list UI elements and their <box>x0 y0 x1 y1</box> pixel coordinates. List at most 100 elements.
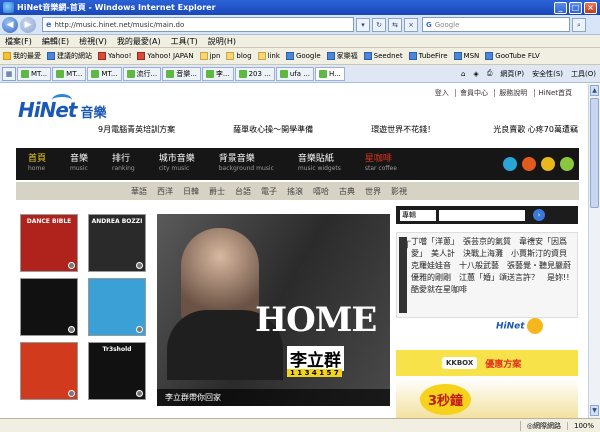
site-search-input[interactable] <box>439 209 525 221</box>
home-icon[interactable]: ⌂ <box>457 70 469 78</box>
play-icon[interactable] <box>68 390 75 397</box>
safety-menu[interactable]: 安全性(S) <box>528 69 567 79</box>
favorites-button[interactable]: 我的最愛 <box>0 51 44 61</box>
menu-tools[interactable]: 工具(T) <box>166 36 203 47</box>
browser-tab[interactable]: 流行... <box>122 66 162 81</box>
back-button[interactable]: ◀ <box>2 16 18 33</box>
dropdown-icon[interactable]: ▾ <box>356 17 370 32</box>
genre-link[interactable]: 日韓 <box>178 186 204 197</box>
scroll-down-icon[interactable]: ▼ <box>590 405 599 416</box>
album-cover[interactable]: ANDREA BOZZI <box>88 214 146 272</box>
promo-banner[interactable]: 3秒鐘 <box>396 378 578 418</box>
genre-link[interactable]: 影視 <box>386 186 412 197</box>
menu-edit[interactable]: 編輯(E) <box>37 36 74 47</box>
fav-gootube[interactable]: GooTube FLV <box>482 52 543 60</box>
headphones-icon[interactable] <box>503 157 517 171</box>
fav-carrefour[interactable]: 家樂福 <box>324 51 361 61</box>
browser-tab[interactable]: 李... <box>201 66 234 81</box>
fav-yahoo[interactable]: Yahoo! <box>95 52 134 60</box>
menu-file[interactable]: 檔案(F) <box>0 36 37 47</box>
genre-link[interactable]: 爵士 <box>204 186 230 197</box>
search-input[interactable]: G Google <box>422 17 570 32</box>
fav-folder-link[interactable]: link <box>255 52 283 60</box>
fav-seednet[interactable]: Seednet <box>361 52 406 60</box>
feature-caption[interactable]: 李立群帶你回家 <box>157 389 390 406</box>
nav-music[interactable]: 音樂 music <box>58 154 100 174</box>
chat-icon[interactable] <box>541 157 555 171</box>
tools-menu[interactable]: 工具(O) <box>567 69 600 79</box>
service-info-link[interactable]: 服務說明 <box>494 89 532 97</box>
genre-link[interactable]: 世界 <box>360 186 386 197</box>
print-icon[interactable]: ⎙ <box>483 69 497 78</box>
browser-tab[interactable]: 203 ... <box>234 66 275 81</box>
tagline-link[interactable]: 薩單收心操～開學準備 <box>233 124 313 135</box>
nav-music-widgets[interactable]: 音樂貼紙 music widgets <box>286 154 353 174</box>
play-icon[interactable] <box>68 326 75 333</box>
stop-icon[interactable]: × <box>404 17 418 32</box>
menu-favorites[interactable]: 我的最愛(A) <box>112 36 166 47</box>
forward-button[interactable]: ▶ <box>20 16 36 33</box>
share-icon[interactable] <box>560 157 574 171</box>
nav-background-music[interactable]: 背景音樂 background music <box>207 154 286 174</box>
fav-yahoo-japan[interactable]: Yahoo! JAPAN <box>134 52 196 60</box>
browser-tab-active[interactable]: H... <box>314 66 345 81</box>
genre-link[interactable]: 西洋 <box>152 186 178 197</box>
fav-google[interactable]: Google <box>283 52 324 60</box>
login-link[interactable]: 登入 <box>431 89 453 97</box>
fav-tubefire[interactable]: TubeFire <box>406 52 451 60</box>
browser-tab[interactable]: MT... <box>17 66 52 81</box>
play-icon[interactable] <box>68 262 75 269</box>
browser-tab[interactable]: 音樂... <box>162 66 201 81</box>
genre-link[interactable]: 嘻哈 <box>308 186 334 197</box>
member-center-link[interactable]: 會員中心 <box>455 89 493 97</box>
radio-icon[interactable] <box>522 157 536 171</box>
nav-ranking[interactable]: 排行 ranking <box>100 154 147 174</box>
refresh-icon[interactable]: ↻ <box>372 17 386 32</box>
nav-home[interactable]: 首頁 home <box>16 154 58 174</box>
genre-link[interactable]: 古典 <box>334 186 360 197</box>
news-text[interactable]: 丁噹「洋蔥」 張芸京的氣質 韋禮安「因爲愛」 美人計 決戰上海灘 小賈斯汀的資貝… <box>411 236 579 296</box>
minimize-button[interactable]: _ <box>554 1 567 14</box>
site-logo[interactable]: HiNet 音樂 <box>18 98 106 122</box>
search-icon[interactable]: ⌕ <box>572 17 586 32</box>
close-button[interactable]: × <box>584 1 597 14</box>
genre-link[interactable]: 台語 <box>230 186 256 197</box>
quick-tabs-icon[interactable]: ▦ <box>2 66 16 81</box>
fav-suggested[interactable]: 建議的網站 <box>44 51 95 61</box>
zoom-level[interactable]: 100% <box>566 421 600 430</box>
maximize-button[interactable]: □ <box>569 1 582 14</box>
tagline-link[interactable]: 9月電腦青英培訓方案 <box>98 124 175 135</box>
address-bar[interactable]: e http://music.hinet.net/music/main.do <box>42 17 354 32</box>
compat-icon[interactable]: ⇆ <box>388 17 402 32</box>
play-icon[interactable] <box>136 326 143 333</box>
nav-city-music[interactable]: 城市音樂 city music <box>147 154 207 174</box>
album-cover[interactable]: Tr3shold <box>88 342 146 400</box>
genre-link[interactable]: 搖滾 <box>282 186 308 197</box>
page-menu[interactable]: 網頁(P) <box>496 69 528 79</box>
feeds-icon[interactable]: ◈ <box>469 70 482 78</box>
album-cover[interactable] <box>20 278 78 336</box>
album-cover[interactable]: DANCE BIBLE <box>20 214 78 272</box>
browser-tab[interactable]: MT... <box>87 66 122 81</box>
play-icon[interactable] <box>136 390 143 397</box>
fav-folder-blog[interactable]: blog <box>223 52 254 60</box>
fav-msn[interactable]: MSN <box>451 52 483 60</box>
menu-view[interactable]: 檢視(V) <box>74 36 112 47</box>
album-cover[interactable] <box>20 342 78 400</box>
album-cover[interactable] <box>88 278 146 336</box>
browser-tab[interactable]: ufa ... <box>275 66 314 81</box>
feature-banner[interactable]: HOME 李立群 1 1 3 4 1 5 7 李立群帶你回家 <box>157 214 390 406</box>
fav-folder-jpn[interactable]: jpn <box>197 52 224 60</box>
menu-help[interactable]: 說明(H) <box>203 36 241 47</box>
kkbox-banner[interactable]: KKBOX 優惠方案 <box>396 350 578 376</box>
search-type-select[interactable]: 專輯 <box>400 209 436 221</box>
search-go-icon[interactable]: › <box>533 209 545 221</box>
browser-tab[interactable]: MT... <box>52 66 87 81</box>
scroll-up-icon[interactable]: ▲ <box>590 85 599 96</box>
vertical-scrollbar[interactable]: ▲ ▼ <box>588 84 600 418</box>
tagline-link[interactable]: 光良賣歌 心疼70萬遭竊 <box>493 124 578 135</box>
genre-link[interactable]: 電子 <box>256 186 282 197</box>
scroll-thumb[interactable] <box>590 98 599 208</box>
nav-star-coffee[interactable]: 星咖啡 star coffee <box>353 154 409 174</box>
tagline-link[interactable]: 環遊世界不花錢！ <box>371 124 435 135</box>
